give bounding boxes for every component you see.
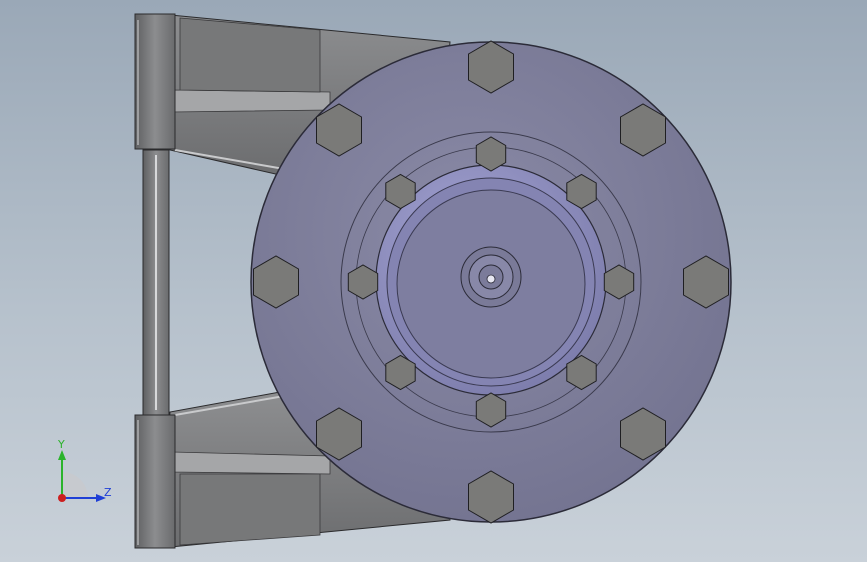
coordinate-triad: Y Z xyxy=(57,438,112,502)
bracket-base-plate[interactable] xyxy=(134,13,176,549)
cad-viewport[interactable]: Y Z xyxy=(0,0,867,562)
z-axis-label: Z xyxy=(104,486,112,499)
y-axis-label: Y xyxy=(57,438,65,451)
cad-model[interactable] xyxy=(0,0,867,562)
